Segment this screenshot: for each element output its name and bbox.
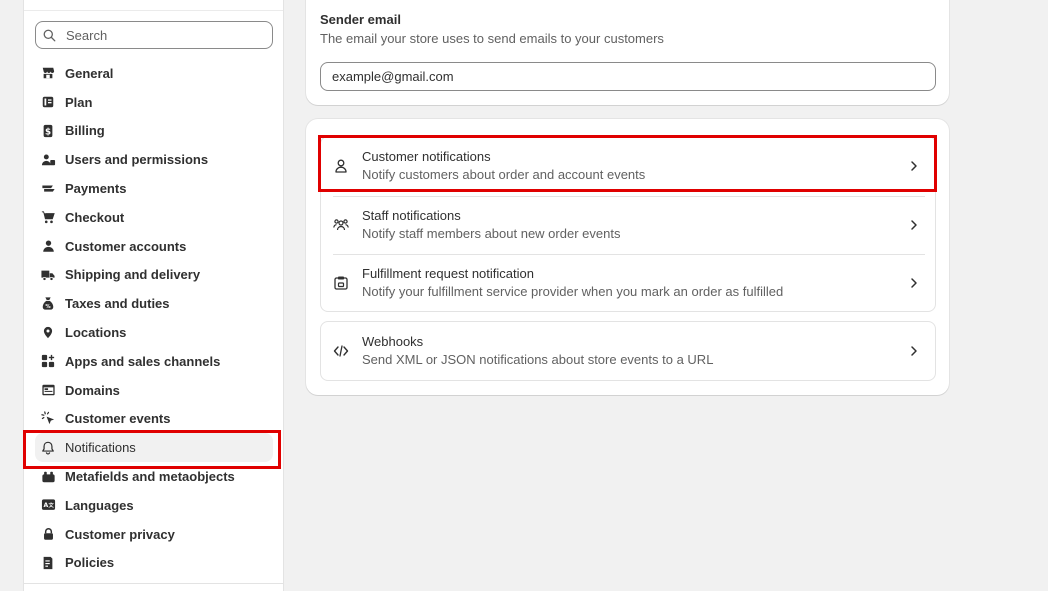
sidebar-item-users[interactable]: Users and permissions [35, 145, 273, 174]
sidebar-item-checkout[interactable]: Checkout [35, 203, 273, 232]
sender-email-input[interactable] [320, 62, 936, 91]
row-title: Staff notifications [362, 207, 461, 223]
sidebar-item-label: Languages [65, 497, 134, 513]
sidebar-item-label: Customer accounts [65, 238, 187, 254]
fulfillment-icon [334, 276, 348, 290]
domains-icon [40, 382, 56, 398]
sidebar-item-notifications[interactable]: Notifications [35, 433, 273, 463]
sidebar-item-label: Apps and sales channels [65, 353, 221, 369]
chevron-right-icon [911, 278, 917, 288]
sidebar-item-payments[interactable]: Payments [35, 174, 273, 203]
language-icon: A文 [40, 497, 56, 513]
webhooks-row[interactable]: Webhooks Send XML or JSON notifications … [321, 322, 935, 381]
fulfillment-request-notification-row[interactable]: Fulfillment request notification Notify … [321, 254, 935, 313]
svg-text:$: $ [45, 127, 51, 137]
person-icon [40, 238, 56, 254]
plan-icon [40, 94, 56, 110]
row-description: Notify staff members about new order eve… [362, 225, 621, 241]
settings-sidebar: General Plan $ Billing Users and permiss… [23, 0, 284, 591]
search-input[interactable] [66, 27, 272, 43]
divider [24, 10, 283, 11]
svg-text:文: 文 [48, 502, 54, 510]
sidebar-item-label: Customer events [65, 411, 171, 427]
sidebar-item-label: Policies [65, 555, 115, 571]
search-icon [43, 29, 56, 42]
row-description: Notify customers about order and account… [362, 167, 646, 183]
person-outline-icon [335, 159, 347, 173]
sidebar-item-apps[interactable]: Apps and sales channels [35, 347, 273, 376]
sidebar-item-label: Locations [65, 325, 127, 341]
sender-email-title: Sender email [320, 12, 401, 27]
chevron-right-icon [911, 161, 917, 171]
sidebar-item-customer-privacy[interactable]: Customer privacy [35, 520, 273, 549]
chevron-right-icon [911, 219, 917, 230]
store-icon [40, 65, 56, 81]
sidebar-item-general[interactable]: General [35, 59, 273, 88]
taxes-icon: % [40, 296, 56, 312]
payments-icon [40, 181, 56, 197]
chevron-right-icon [911, 346, 917, 356]
sidebar-item-plan[interactable]: Plan [35, 88, 273, 117]
sidebar-item-billing[interactable]: $ Billing [35, 117, 273, 146]
sidebar-item-label: Metafields and metaobjects [65, 469, 235, 485]
truck-icon [40, 267, 56, 283]
cart-icon [40, 209, 56, 225]
code-icon [333, 345, 349, 357]
customer-notifications-row[interactable]: Customer notifications Notify customers … [321, 137, 935, 196]
row-title: Customer notifications [362, 149, 491, 165]
row-title: Fulfillment request notification [362, 266, 534, 282]
sidebar-item-metafields[interactable]: Metafields and metaobjects [35, 462, 273, 491]
bell-icon [40, 440, 56, 456]
sidebar-item-label: Notifications [65, 440, 136, 456]
notification-list: Customer notifications Notify customers … [320, 136, 936, 312]
sidebar-item-label: Billing [65, 123, 105, 139]
team-icon [333, 218, 349, 230]
metafields-icon [40, 469, 56, 485]
sender-email-description: The email your store uses to send emails… [320, 31, 664, 46]
users-icon [40, 152, 56, 168]
sidebar-item-locations[interactable]: Locations [35, 318, 273, 347]
location-pin-icon [40, 325, 56, 341]
policies-icon [40, 555, 56, 571]
sidebar-item-label: Plan [65, 94, 93, 110]
sidebar-item-label: Taxes and duties [65, 296, 170, 312]
sidebar-item-customer-events[interactable]: Customer events [35, 405, 273, 434]
sidebar-item-label: Checkout [65, 209, 125, 225]
billing-icon: $ [40, 123, 56, 139]
svg-text:%: % [45, 304, 51, 310]
row-description: Send XML or JSON notifications about sto… [362, 352, 714, 368]
sidebar-item-customer-accounts[interactable]: Customer accounts [35, 232, 273, 261]
notifications-card: Customer notifications Notify customers … [306, 119, 949, 395]
sidebar-item-label: Customer privacy [65, 526, 175, 542]
row-description: Notify your fulfillment service provider… [362, 284, 784, 300]
sidebar-item-label: Payments [65, 181, 127, 197]
sender-email-card: Sender email The email your store uses t… [306, 0, 949, 105]
apps-icon [40, 353, 56, 369]
sidebar-item-label: Shipping and delivery [65, 267, 201, 283]
sidebar-item-label: Users and permissions [65, 152, 209, 168]
sidebar-item-taxes[interactable]: % Taxes and duties [35, 289, 273, 318]
webhooks-list: Webhooks Send XML or JSON notifications … [320, 321, 936, 381]
staff-notifications-row[interactable]: Staff notifications Notify staff members… [321, 195, 935, 255]
lock-icon [40, 526, 56, 542]
settings-nav: General Plan $ Billing Users and permiss… [35, 59, 273, 577]
sidebar-item-policies[interactable]: Policies [35, 549, 273, 578]
sidebar-item-label: General [65, 65, 114, 81]
divider [24, 583, 283, 584]
search-box[interactable] [35, 21, 273, 49]
sidebar-item-shipping[interactable]: Shipping and delivery [35, 261, 273, 290]
cursor-click-icon [40, 411, 56, 427]
sidebar-item-label: Domains [65, 382, 120, 398]
sidebar-item-domains[interactable]: Domains [35, 376, 273, 405]
sidebar-item-languages[interactable]: A文 Languages [35, 491, 273, 520]
row-title: Webhooks [362, 334, 424, 350]
